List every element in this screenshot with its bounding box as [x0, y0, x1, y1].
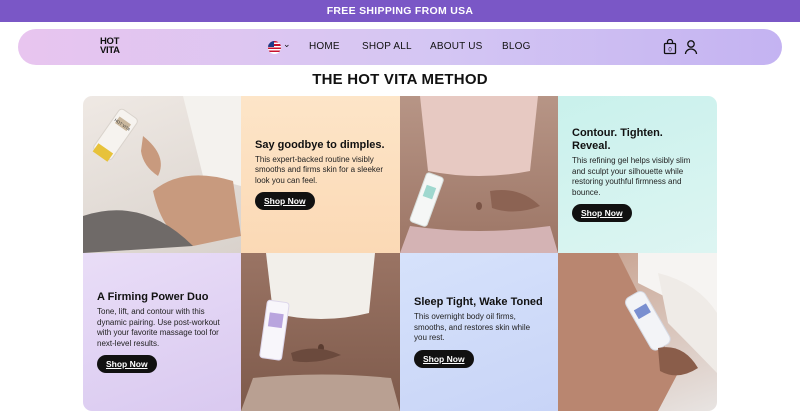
- logo[interactable]: HOT VITA: [100, 37, 124, 56]
- shop-now-button[interactable]: Shop Now: [414, 349, 474, 368]
- us-flag-icon[interactable]: [268, 41, 281, 54]
- tile-description: This refining gel helps visibly slim and…: [572, 156, 691, 197]
- nav-about-us[interactable]: ABOUT US: [430, 41, 483, 52]
- nav-shop-all[interactable]: SHOP ALL: [362, 41, 412, 52]
- announcement-text: FREE SHIPPING FROM USA: [326, 5, 474, 17]
- tile-description: Tone, lift, and contour with this dynami…: [97, 307, 220, 348]
- leg-lotion-illustration: HOT VITA: [83, 96, 241, 253]
- header-nav: HOT VITA ⌄ HOME SHOP ALL ABOUT US BLOG 0: [18, 29, 782, 65]
- section-title: THE HOT VITA METHOD: [312, 71, 488, 88]
- tile-sleep: Sleep Tight, Wake Toned This overnight b…: [400, 253, 558, 411]
- tile-dimples: Say goodbye to dimples. This expert-back…: [241, 96, 400, 253]
- lifestyle-image-oil: [558, 253, 717, 411]
- logo-line-2: VITA: [100, 45, 120, 56]
- lifestyle-image-leg: HOT VITA: [83, 96, 241, 253]
- shopping-bag-icon[interactable]: 0: [663, 39, 677, 55]
- lifestyle-image-torso: [241, 253, 400, 411]
- tile-contour: Contour. Tighten. Reveal. This refining …: [558, 96, 717, 253]
- abdomen-gel-illustration: [400, 96, 558, 253]
- nav-blog[interactable]: BLOG: [502, 41, 531, 52]
- tile-title: A Firming Power Duo: [97, 291, 209, 303]
- chevron-down-icon[interactable]: ⌄: [283, 39, 291, 50]
- shop-now-button[interactable]: Shop Now: [97, 355, 157, 373]
- body-oil-illustration: [558, 253, 717, 411]
- method-grid: HOT VITA Say goodbye to dimples. This ex…: [83, 96, 717, 411]
- shop-now-button[interactable]: Shop Now: [255, 192, 315, 211]
- torso-product-illustration: [241, 253, 400, 411]
- svg-text:0: 0: [668, 48, 672, 54]
- tile-title: Sleep Tight, Wake Toned: [414, 296, 543, 309]
- tile-description: This expert-backed routine visibly smoot…: [255, 154, 384, 185]
- user-icon[interactable]: [684, 39, 698, 55]
- tile-title: Say goodbye to dimples.: [255, 138, 385, 151]
- tile-title: Contour. Tighten. Reveal.: [572, 127, 663, 152]
- lifestyle-image-abs: [400, 96, 558, 253]
- announcement-bar: FREE SHIPPING FROM USA: [0, 0, 800, 22]
- nav-home[interactable]: HOME: [309, 41, 340, 52]
- shop-now-button[interactable]: Shop Now: [572, 204, 632, 222]
- tile-power-duo: A Firming Power Duo Tone, lift, and cont…: [83, 253, 241, 411]
- tile-description: This overnight body oil firms, smooths, …: [414, 312, 531, 343]
